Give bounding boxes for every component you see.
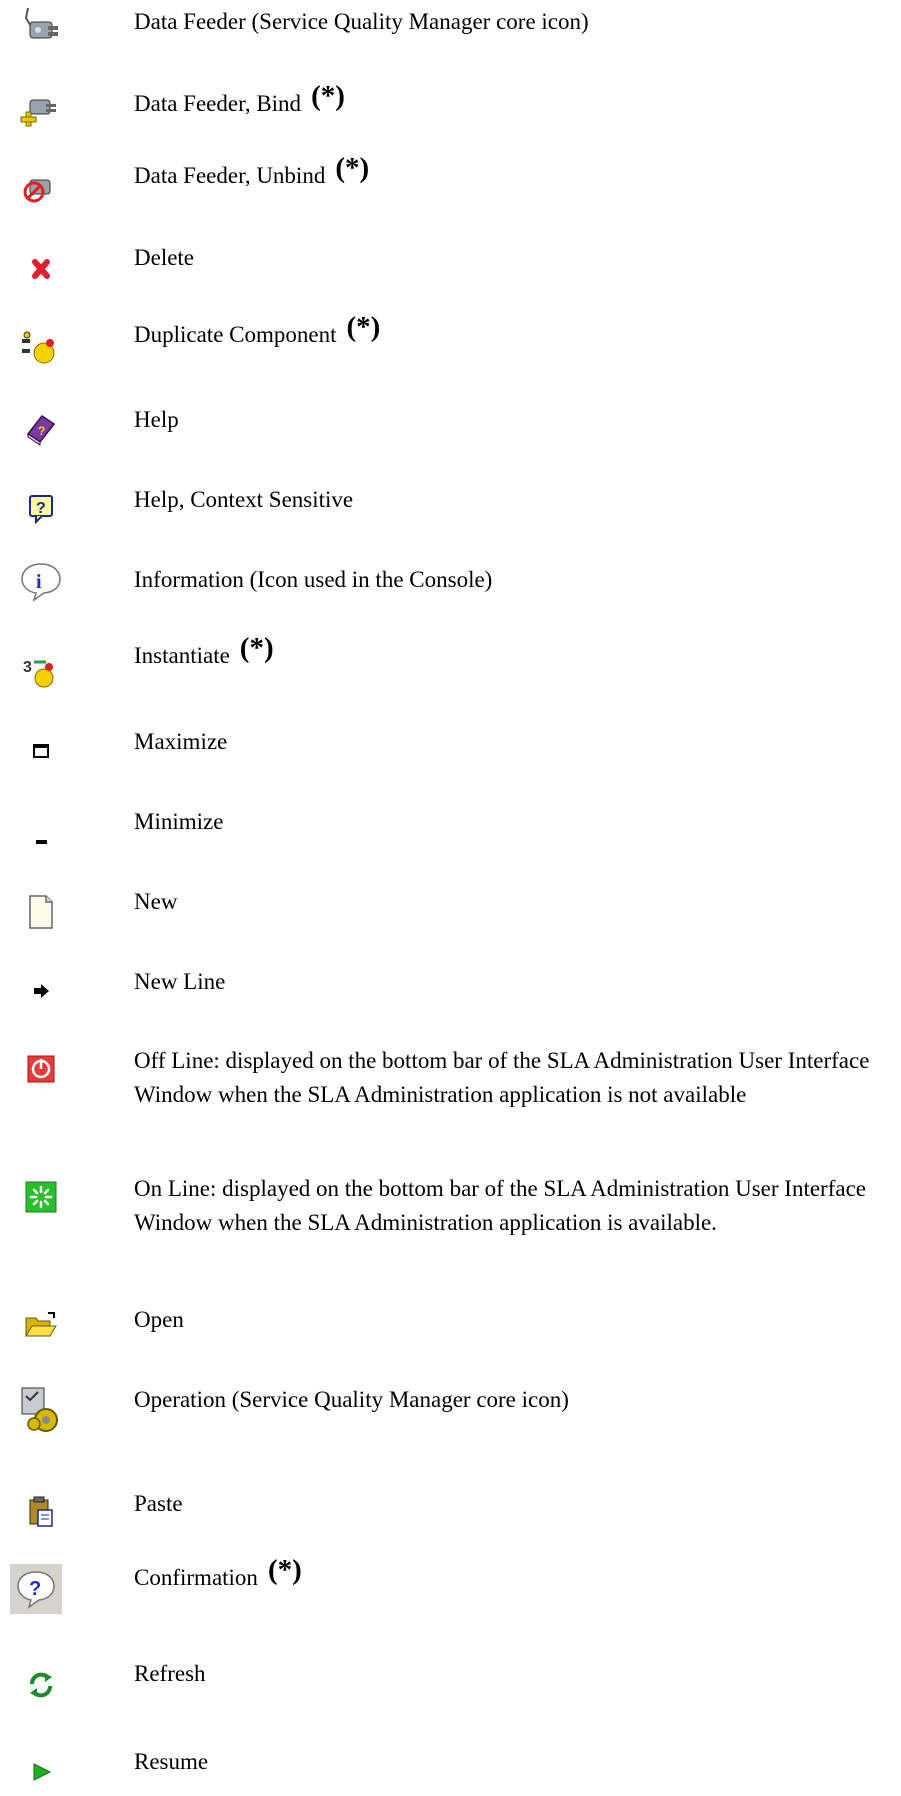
item-text: Help	[134, 407, 179, 432]
item-label: Paste	[134, 1486, 874, 1520]
item-label: Maximize	[134, 724, 874, 758]
item-text: Resume	[134, 1749, 209, 1774]
item-label: Refresh	[134, 1656, 874, 1690]
item-label: Duplicate Component (*)	[134, 311, 874, 351]
new-document-icon	[18, 890, 64, 934]
item-text: Off Line: displayed on the bottom bar of…	[134, 1048, 870, 1107]
item-label: Help	[134, 402, 874, 436]
item-text: Open	[134, 1307, 184, 1332]
instantiate-icon: 3	[18, 650, 64, 694]
svg-text:i: i	[36, 571, 42, 593]
item-text: Data Feeder (Service Quality Manager cor…	[134, 9, 589, 34]
information-icon: i	[18, 560, 64, 604]
item-text: Duplicate Component	[134, 322, 337, 347]
item-text: New	[134, 889, 178, 914]
svg-text:?: ?	[38, 424, 45, 438]
item-text: New Line	[134, 969, 226, 994]
asterisk-note: (*)	[267, 1554, 302, 1586]
item-label: Off Line: displayed on the bottom bar of…	[134, 1044, 874, 1111]
asterisk-note: (*)	[311, 80, 345, 112]
svg-text:?: ?	[36, 500, 46, 517]
item-label: Help, Context Sensitive	[134, 482, 874, 516]
confirmation-question-icon: ?	[10, 1564, 62, 1614]
resume-play-icon	[18, 1750, 64, 1794]
item-label: Confirmation (*)	[134, 1554, 874, 1594]
item-text: Data Feeder, Bind	[134, 91, 302, 116]
item-label: Delete	[134, 240, 874, 274]
item-text: Data Feeder, Unbind	[134, 163, 326, 188]
asterisk-note: (*)	[239, 632, 274, 664]
paste-clipboard-icon	[18, 1490, 64, 1534]
open-folder-icon	[18, 1304, 64, 1348]
item-text: Information (Icon used in the Console)	[134, 567, 493, 592]
item-label: Operation (Service Quality Manager core …	[134, 1382, 874, 1416]
item-text: Paste	[134, 1491, 183, 1516]
asterisk-note: (*)	[346, 311, 381, 343]
item-label: New Line	[134, 964, 874, 998]
help-context-icon: ?	[18, 486, 64, 530]
refresh-icon	[18, 1662, 64, 1706]
item-label: On Line: displayed on the bottom bar of …	[134, 1172, 874, 1239]
operation-gear-icon	[18, 1384, 64, 1436]
item-label: Data Feeder, Unbind (*)	[134, 152, 874, 192]
item-text: Delete	[134, 245, 195, 270]
offline-power-icon	[18, 1048, 64, 1092]
data-feeder-bind-icon	[18, 90, 64, 134]
item-text: Confirmation	[134, 1565, 258, 1590]
data-feeder-plug-icon	[18, 4, 64, 48]
item-text: Operation (Service Quality Manager core …	[134, 1387, 569, 1412]
svg-text:?: ?	[29, 1578, 41, 1600]
delete-x-icon	[18, 246, 64, 290]
item-label: Resume	[134, 1744, 874, 1778]
data-feeder-unbind-icon	[18, 168, 64, 212]
maximize-icon	[18, 728, 64, 772]
item-label: Information (Icon used in the Console)	[134, 562, 874, 596]
item-label: Data Feeder (Service Quality Manager cor…	[134, 4, 874, 38]
item-text: Refresh	[134, 1661, 206, 1686]
item-text: Instantiate	[134, 643, 230, 668]
svg-text:3: 3	[23, 659, 32, 676]
help-book-icon: ?	[18, 406, 64, 450]
item-label: Minimize	[134, 804, 874, 838]
item-label: Instantiate (*)	[134, 632, 874, 672]
item-label: New	[134, 884, 874, 918]
duplicate-component-icon	[18, 325, 64, 369]
item-label: Open	[134, 1302, 874, 1336]
item-text: Maximize	[134, 729, 228, 754]
minimize-icon	[18, 814, 64, 858]
item-text: On Line: displayed on the bottom bar of …	[134, 1176, 867, 1235]
new-line-arrow-icon	[18, 970, 64, 1014]
asterisk-note: (*)	[335, 152, 370, 184]
item-label: Data Feeder, Bind (*)	[134, 80, 874, 120]
item-text: Minimize	[134, 809, 224, 834]
online-status-icon	[18, 1176, 64, 1220]
item-text: Help, Context Sensitive	[134, 487, 354, 512]
